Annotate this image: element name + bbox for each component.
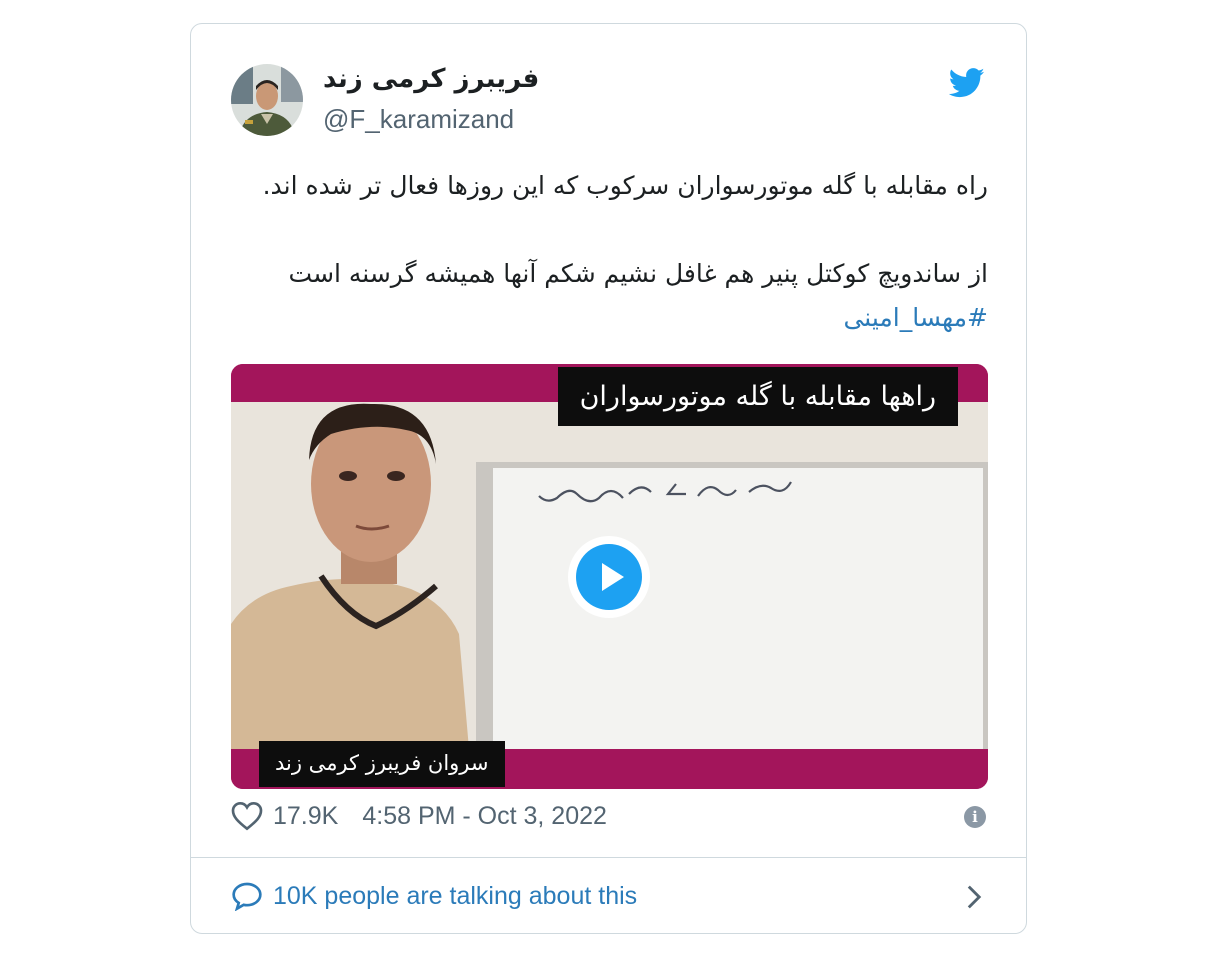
play-button[interactable] — [568, 536, 650, 618]
chevron-right-icon[interactable] — [966, 884, 982, 910]
tweet-body: راه مقابله با گله موتورسواران سرکوب که ا… — [231, 164, 988, 340]
author-handle[interactable]: @F_karamizand — [323, 104, 514, 135]
conversation-label: 10K people are talking about this — [273, 881, 638, 910]
tweet-line-1: راه مقابله با گله موتورسواران سرکوب که ا… — [262, 171, 988, 200]
video-title-overlay: راهها مقابله با گله موتورسواران — [557, 367, 958, 426]
heart-icon[interactable] — [231, 801, 263, 831]
tweet-line-2: از ساندویچ کوکتل پنیر هم غافل نشیم شکم آ… — [288, 259, 988, 288]
play-icon — [576, 544, 642, 610]
info-icon[interactable]: i — [964, 806, 986, 828]
video-caption-overlay: سروان فریبرز کرمی زند — [259, 741, 505, 787]
avatar-image — [231, 64, 303, 136]
hashtag-link[interactable]: #مهسا_امینی — [843, 303, 988, 332]
speech-bubble-icon — [232, 882, 262, 911]
conversation-link[interactable]: 10K people are talking about this — [231, 874, 988, 918]
twitter-bird-icon[interactable] — [949, 68, 985, 98]
divider — [191, 857, 1026, 858]
author-avatar[interactable] — [231, 64, 303, 136]
tweet-meta: 17.9K 4:58 PM - Oct 3, 2022 i — [231, 796, 988, 836]
video-thumbnail[interactable]: راهها مقابله با گله موتورسواران سروان فر… — [231, 364, 988, 789]
tweet-timestamp[interactable]: 4:58 PM - Oct 3, 2022 — [362, 802, 607, 831]
like-count[interactable]: 17.9K — [273, 802, 338, 831]
embedded-tweet-card: فریبرز کرمی زند @F_karamizand راه مقابله… — [190, 23, 1027, 934]
author-name[interactable]: فریبرز کرمی زند — [323, 64, 539, 94]
